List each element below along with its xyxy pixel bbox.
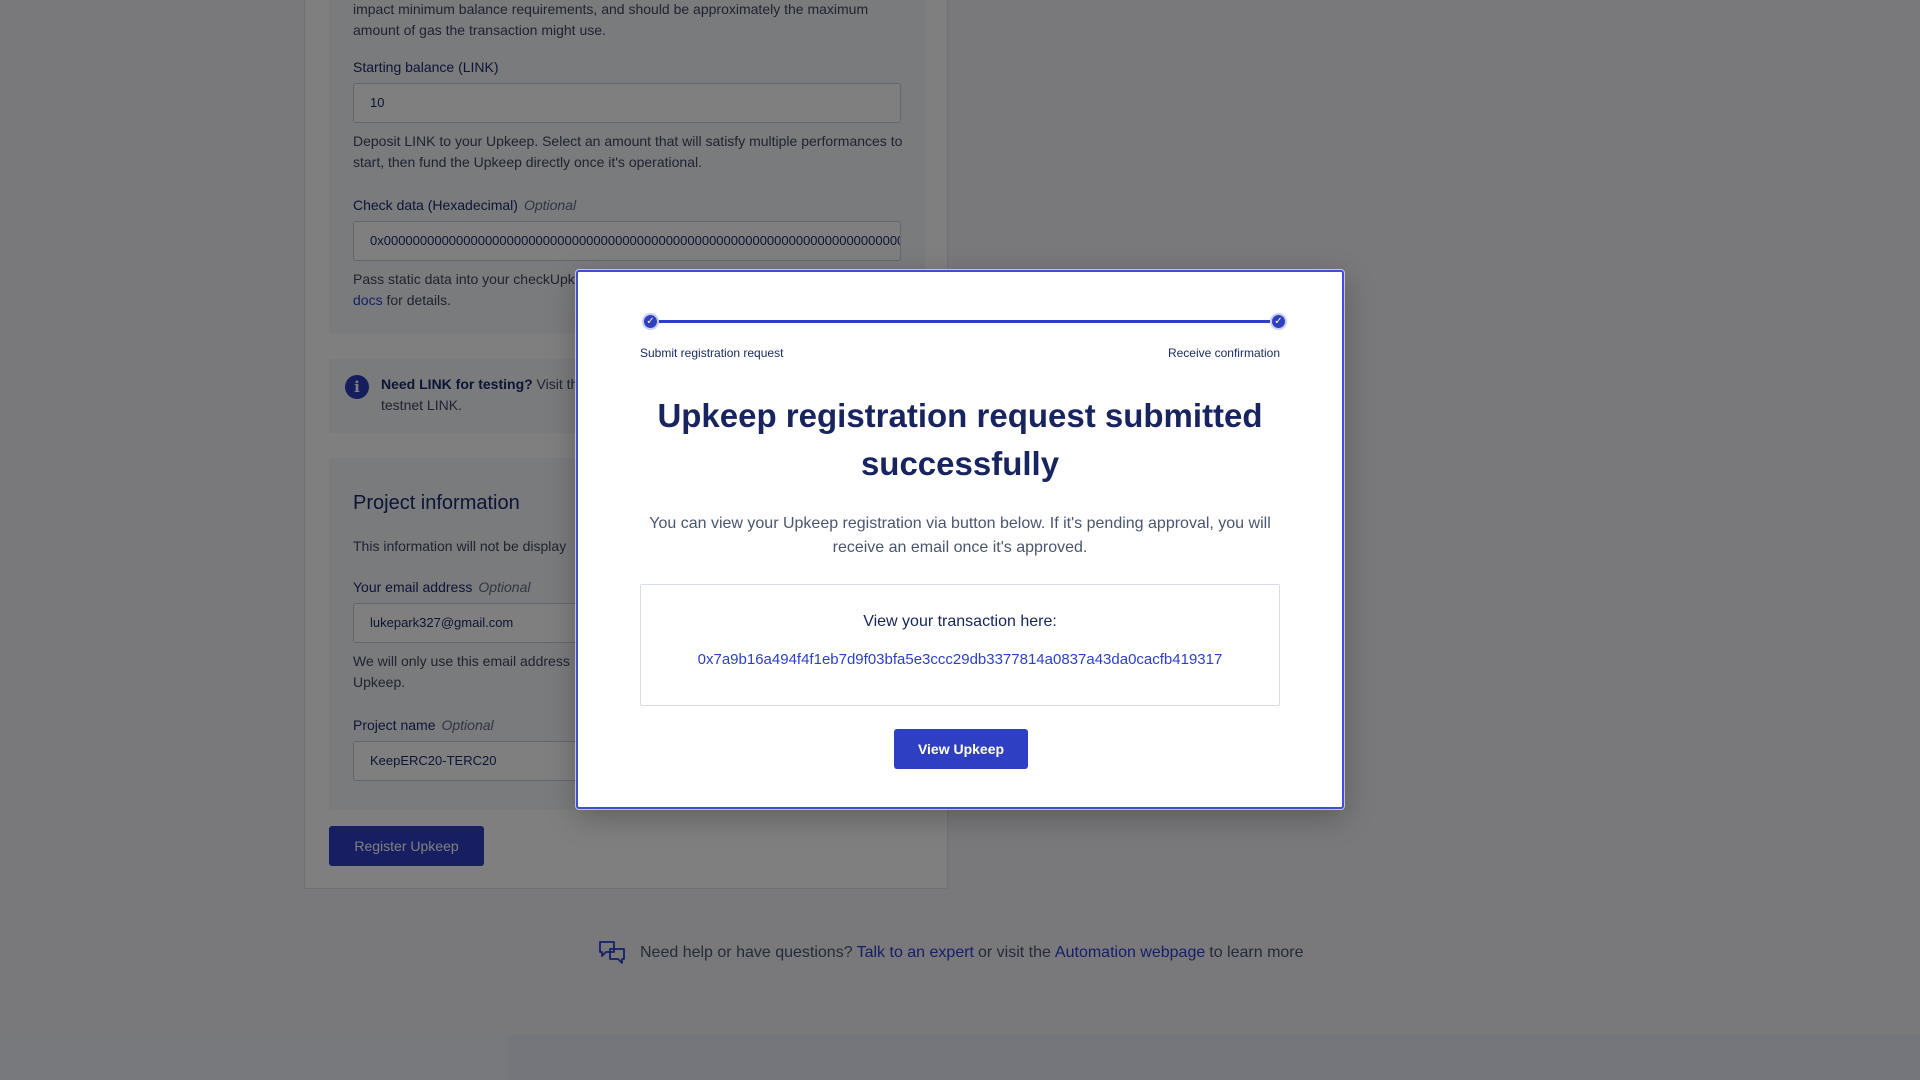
transaction-hash-link[interactable]: 0x7a9b16a494f4f1eb7d9f03bfa5e3ccc29db337… (641, 651, 1279, 668)
step-label-submit: Submit registration request (640, 346, 784, 360)
step-label-confirmation: Receive confirmation (1167, 346, 1280, 360)
registration-success-modal: ✓ ✓ Submit registration request Receive … (576, 270, 1344, 809)
modal-description: You can view your Upkeep registration vi… (649, 515, 1271, 556)
transaction-box: View your transaction here: 0x7a9b16a494… (640, 584, 1280, 706)
step-complete-check-icon: ✓ (1270, 313, 1287, 330)
view-upkeep-button[interactable]: View Upkeep (894, 729, 1028, 769)
step-complete-check-icon: ✓ (642, 313, 659, 330)
modal-title: Upkeep registration request submitted su… (657, 397, 1263, 482)
transaction-heading: View your transaction here: (863, 613, 1057, 630)
progress-line (650, 320, 1270, 323)
